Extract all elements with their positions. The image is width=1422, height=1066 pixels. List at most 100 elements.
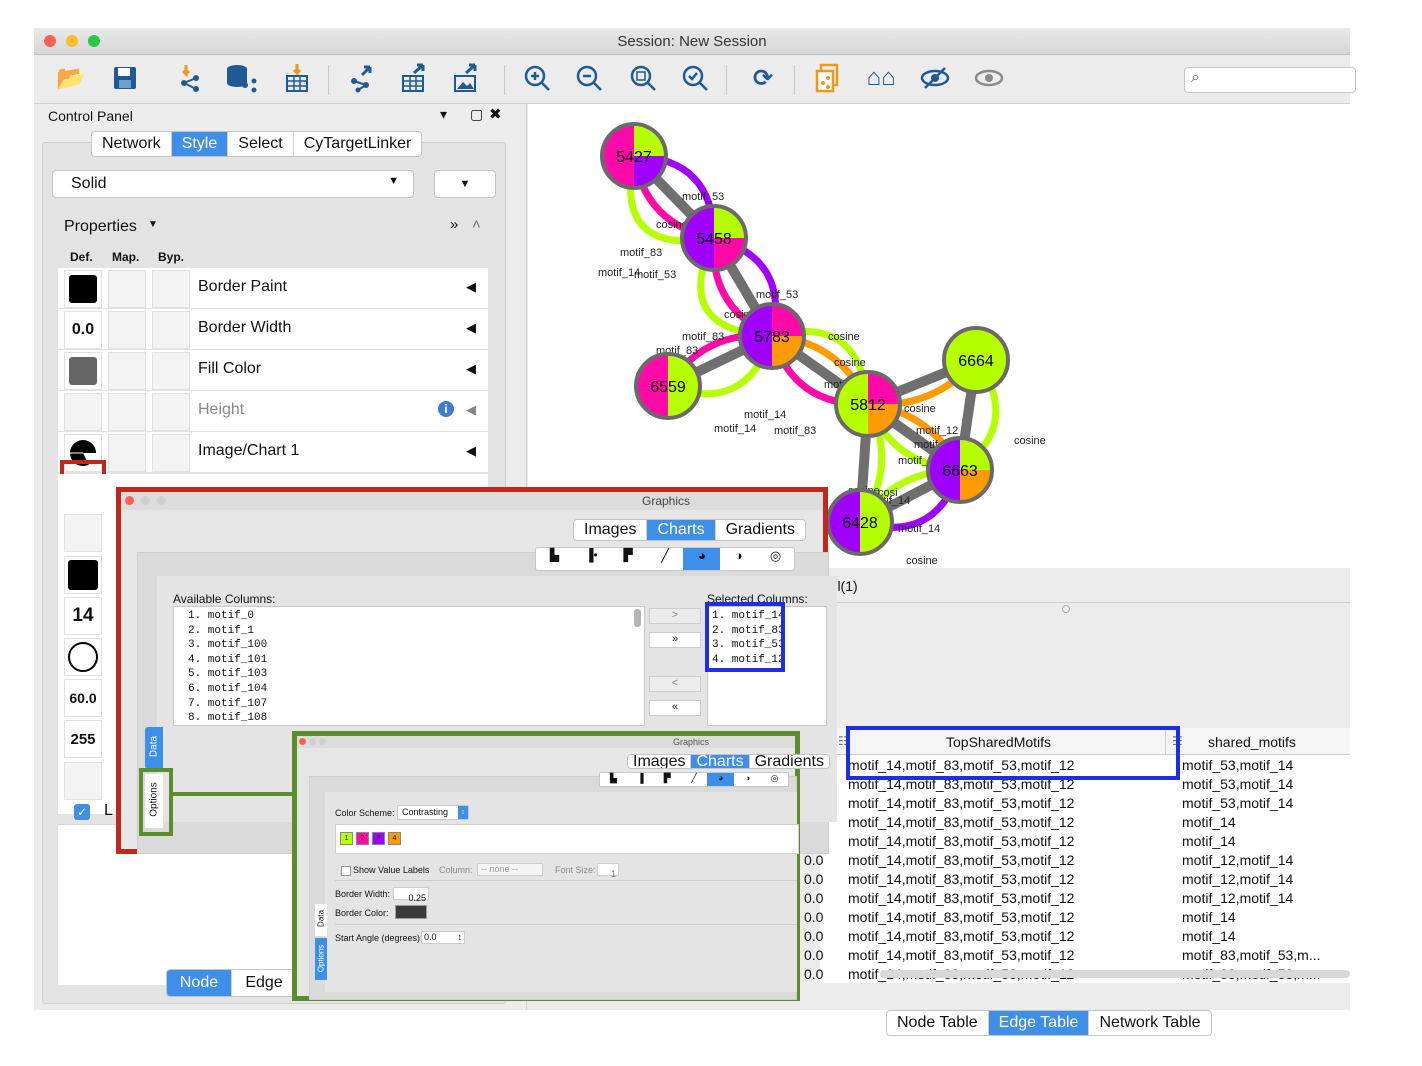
available-column-item[interactable]: 5. motif_103: [188, 667, 267, 682]
new-network-icon[interactable]: [812, 61, 846, 95]
add-column-button[interactable]: >: [649, 608, 701, 624]
chevron-down-icon[interactable]: ▼: [148, 219, 158, 230]
property-row-border-paint[interactable]: Border Paint ◀: [58, 268, 488, 309]
side-tab-data[interactable]: Data: [315, 904, 327, 936]
tab-images[interactable]: Images: [628, 755, 692, 768]
list-scrollbar[interactable]: [634, 609, 641, 627]
border-width-input[interactable]: 0.25: [393, 887, 429, 903]
ring-chart-icon[interactable]: ◎: [757, 548, 794, 570]
zoom-out-icon[interactable]: [572, 61, 606, 95]
mapping-cell[interactable]: [108, 352, 146, 390]
tab-charts[interactable]: Charts: [691, 755, 750, 768]
refresh-icon[interactable]: ⟳: [746, 61, 780, 95]
table-row[interactable]: 0.0motif_14,motif_83,motif_53,motif_12mo…: [804, 813, 1350, 832]
collapse-all-icon[interactable]: »: [450, 216, 458, 233]
default-cell[interactable]: [64, 762, 102, 800]
node-5783[interactable]: 5783: [738, 302, 806, 370]
column-header-shared-motifs[interactable]: shared_motifs: [1208, 734, 1296, 750]
home-icon[interactable]: ⌂⌂: [864, 61, 898, 95]
node-5427[interactable]: 5427: [600, 122, 668, 190]
pie-chart-icon[interactable]: ◕: [707, 773, 735, 786]
lock-checkbox[interactable]: ✓: [74, 804, 90, 820]
table-row[interactable]: 0.0motif_14,motif_83,motif_53,motif_12mo…: [804, 851, 1350, 870]
available-column-item[interactable]: 7. motif_107: [188, 697, 267, 712]
default-cell[interactable]: 0.0: [64, 311, 102, 349]
bar-chart-icon[interactable]: ▙: [536, 548, 573, 570]
table-row[interactable]: 0.0motif_14,motif_83,motif_53,motif_12mo…: [804, 908, 1350, 927]
half-circle-icon[interactable]: ◑: [734, 773, 761, 786]
line-chart-icon[interactable]: ╱: [647, 548, 684, 570]
remove-column-button[interactable]: <: [649, 676, 701, 692]
splitter-handle[interactable]: [1062, 605, 1070, 613]
export-table-icon[interactable]: [398, 61, 432, 95]
mapping-cell[interactable]: [108, 393, 146, 431]
tab-network[interactable]: Network: [92, 132, 172, 156]
float-panel-icon[interactable]: ▢: [470, 106, 483, 123]
default-cell[interactable]: [64, 556, 102, 594]
tab-style[interactable]: Style: [171, 132, 229, 156]
default-cell[interactable]: [64, 352, 102, 390]
import-database-icon[interactable]: [224, 61, 258, 95]
column-select[interactable]: -- none --: [477, 863, 543, 876]
chevron-left-icon[interactable]: ◀: [466, 279, 476, 295]
zoom-fit-icon[interactable]: [626, 61, 660, 95]
pie-chart-icon[interactable]: ◕: [683, 548, 721, 570]
line-chart-icon[interactable]: ╱: [681, 773, 708, 786]
ring-chart-icon[interactable]: ◎: [761, 773, 788, 786]
available-columns-list[interactable]: 1. motif_0 2. motif_1 3. motif_100 4. motif…: [173, 606, 645, 726]
import-table-icon[interactable]: [280, 61, 314, 95]
half-circle-icon[interactable]: ◑: [720, 548, 757, 570]
bypass-cell[interactable]: [152, 311, 190, 349]
start-angle-input[interactable]: 0.0 ↕: [421, 931, 465, 944]
bypass-cell[interactable]: [152, 393, 190, 431]
show-icon[interactable]: [972, 61, 1006, 95]
default-cell[interactable]: [64, 514, 102, 552]
default-cell[interactable]: 14: [64, 597, 102, 635]
export-network-icon[interactable]: [346, 61, 380, 95]
table-row[interactable]: 0.0motif_14,motif_83,motif_53,motif_12mo…: [804, 889, 1350, 908]
expand-all-icon[interactable]: ˄: [472, 216, 481, 233]
available-column-item[interactable]: 8. motif_108: [188, 711, 267, 726]
mapping-cell[interactable]: [108, 311, 146, 349]
open-folder-icon[interactable]: 📂: [54, 61, 88, 95]
zoom-in-icon[interactable]: [520, 61, 554, 95]
available-column-item[interactable]: 1. motif_0: [188, 609, 267, 624]
tab-network-table[interactable]: Network Table: [1089, 1011, 1210, 1035]
property-row-fill-color[interactable]: Fill Color ◀: [58, 350, 488, 391]
default-cell[interactable]: 60.0: [64, 679, 102, 717]
remove-all-columns-button[interactable]: «: [649, 700, 701, 716]
bypass-cell[interactable]: [152, 352, 190, 390]
table-row[interactable]: 0.0motif_14,motif_83,motif_53,motif_12mo…: [804, 870, 1350, 889]
table-row[interactable]: 0.0motif_14,motif_83,motif_53,motif_12mo…: [804, 794, 1350, 813]
info-icon[interactable]: i: [438, 401, 454, 417]
available-column-item[interactable]: 3. motif_100: [188, 638, 267, 653]
color-swatch[interactable]: 3: [372, 832, 385, 845]
default-cell[interactable]: [64, 393, 102, 431]
stacked-bar-icon[interactable]: ▐•: [573, 548, 610, 570]
default-cell[interactable]: [64, 638, 102, 676]
mapping-cell[interactable]: [108, 270, 146, 308]
tab-edge[interactable]: Edge: [232, 970, 296, 996]
tab-charts[interactable]: Charts: [647, 520, 716, 540]
color-swatch[interactable]: 4: [388, 832, 401, 845]
table-row[interactable]: 0.0motif_14,motif_83,motif_53,motif_12mo…: [804, 946, 1350, 965]
style-select[interactable]: Solid ▼: [52, 170, 414, 198]
color-scheme-select[interactable]: Contrasting ↕: [397, 805, 469, 820]
close-panel-icon[interactable]: ✖: [489, 105, 502, 123]
node-6664[interactable]: 6664: [942, 326, 1010, 394]
tab-node-table[interactable]: Node Table: [887, 1011, 989, 1035]
default-cell[interactable]: [64, 270, 102, 308]
heat-strip-icon[interactable]: ▛: [654, 773, 681, 786]
node-6663[interactable]: 6663: [926, 436, 994, 504]
chevron-left-icon[interactable]: ◀: [466, 402, 476, 418]
hide-icon[interactable]: [918, 61, 952, 95]
side-tab-options[interactable]: Options: [315, 938, 327, 980]
node-5458[interactable]: 5458: [680, 204, 748, 272]
available-column-item[interactable]: 4. motif_101: [188, 653, 267, 668]
tab-node[interactable]: Node: [167, 970, 232, 996]
available-column-item[interactable]: 6. motif_104: [188, 682, 267, 697]
node-6559[interactable]: 6559: [634, 352, 702, 420]
table-row[interactable]: 0.0motif_14,motif_83,motif_53,motif_12mo…: [804, 832, 1350, 851]
chevron-left-icon[interactable]: ◀: [466, 361, 476, 377]
color-swatch[interactable]: 1: [340, 832, 353, 845]
